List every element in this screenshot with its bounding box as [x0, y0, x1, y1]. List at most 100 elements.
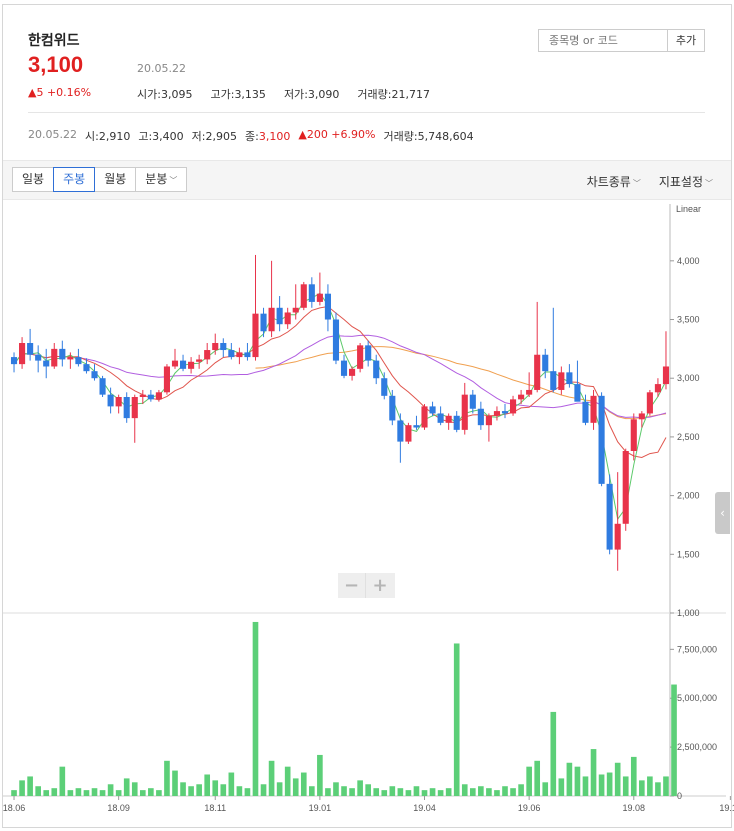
stock-search-input[interactable]	[538, 29, 668, 52]
candle	[292, 284, 299, 320]
candle-body	[340, 360, 348, 376]
candle-body	[308, 284, 315, 302]
price-tick-label: 1,000	[677, 608, 700, 618]
candle-body	[349, 368, 356, 376]
candle	[107, 387, 114, 414]
candle-body	[662, 366, 670, 385]
candle	[188, 357, 195, 374]
candle	[316, 272, 323, 306]
volume-bar	[381, 790, 388, 796]
volume-bar	[172, 770, 178, 796]
stock-name: 한컴위드	[28, 33, 80, 49]
volume-bar	[131, 782, 138, 796]
volume-bar	[139, 790, 146, 796]
volume-bar	[478, 786, 484, 796]
volume-bar	[164, 760, 170, 796]
candle	[236, 347, 243, 365]
candle	[365, 340, 372, 367]
volume-bar	[333, 782, 339, 796]
candle-body	[220, 343, 227, 351]
candle-body	[147, 394, 154, 400]
chart-toolbar: 일봉 주봉 월봉 분봉 ﹀ 차트종류 ﹀ 지표설정 ﹀	[3, 160, 731, 200]
volume-bar	[260, 784, 267, 796]
weekly-low: 저:2,905	[191, 130, 238, 143]
candle-body	[501, 411, 509, 414]
candle	[260, 307, 267, 338]
candle-body	[357, 345, 364, 369]
chart-side-handle[interactable]: ‹	[715, 492, 730, 534]
candle-body	[630, 419, 637, 451]
summary-low: 저가:3,090	[283, 88, 340, 101]
candle-body	[43, 360, 50, 367]
candle-body	[59, 348, 66, 360]
candle	[453, 411, 460, 433]
zoom-out-button[interactable]: −	[338, 573, 366, 598]
tab-daily[interactable]: 일봉	[12, 167, 55, 192]
scale-label: Linear	[676, 204, 701, 214]
candle	[614, 472, 621, 571]
candle	[445, 413, 452, 430]
candle-body	[598, 395, 605, 484]
candle-body	[163, 366, 171, 393]
candle	[574, 360, 581, 402]
time-tick-label: 18.09	[107, 803, 130, 813]
volume-bar	[421, 790, 428, 796]
indicator-settings-dropdown[interactable]: 지표설정 ﹀	[659, 173, 713, 190]
price-tick-label: 4,000	[677, 256, 700, 266]
candle	[228, 343, 235, 360]
candle	[357, 343, 364, 373]
candle-body	[509, 399, 517, 414]
candle	[493, 406, 501, 421]
candle	[115, 394, 122, 414]
volume-bar	[590, 749, 597, 796]
volume-tick-label: 2,500,000	[677, 742, 717, 752]
candle	[349, 366, 356, 381]
volume-bar	[276, 782, 283, 796]
candle-body	[461, 394, 468, 430]
volume-bar	[534, 760, 541, 796]
volume-bar	[357, 780, 363, 796]
tab-minute[interactable]: 분봉 ﹀	[135, 167, 188, 192]
add-stock-button[interactable]: 추가	[668, 29, 705, 52]
volume-bar	[365, 784, 371, 796]
candle-body	[276, 307, 283, 325]
candle-body	[204, 350, 211, 360]
time-tick-label: 19.01	[309, 803, 332, 813]
candle	[646, 389, 653, 416]
chart-type-dropdown[interactable]: 차트종류 ﹀	[587, 173, 641, 190]
candle	[252, 254, 259, 361]
candle-body	[284, 312, 291, 325]
summary-volume: 거래량:21,717	[357, 88, 430, 101]
volume-bar	[196, 784, 202, 796]
candle-body	[582, 401, 589, 423]
candle	[75, 348, 82, 367]
zoom-in-button[interactable]: +	[366, 573, 394, 598]
chevron-down-icon: ﹀	[632, 179, 641, 188]
price-tick-label: 3,000	[677, 373, 700, 383]
volume-bar	[461, 784, 468, 796]
tab-weekly[interactable]: 주봉	[53, 167, 96, 192]
volume-bar	[373, 788, 380, 796]
stock-chart[interactable]: Linear 4,000 3,500 3,000 2,500 2,000 1,500 1,00…	[0, 200, 734, 828]
candle	[171, 348, 179, 369]
candle-body	[115, 397, 122, 407]
volume-bar	[566, 762, 573, 796]
candle-body	[188, 361, 195, 369]
candle	[598, 392, 605, 487]
chevron-left-icon: ‹	[720, 506, 725, 520]
candle	[654, 378, 661, 397]
daily-summary: 시가:3,095 고가:3,135 저가:3,090 거래량:21,717	[137, 86, 430, 102]
candle-body	[131, 397, 138, 419]
candle-body	[654, 384, 661, 393]
candle	[485, 413, 492, 442]
tab-monthly[interactable]: 월봉	[94, 167, 137, 192]
candle-body	[413, 425, 420, 428]
candle-body	[638, 413, 645, 420]
volume-bar	[429, 788, 436, 796]
candle	[268, 260, 275, 338]
candle	[179, 354, 187, 372]
volume-bar	[27, 776, 33, 796]
volume-bar	[663, 776, 669, 796]
volume-bar	[309, 786, 315, 796]
candle	[43, 348, 50, 379]
